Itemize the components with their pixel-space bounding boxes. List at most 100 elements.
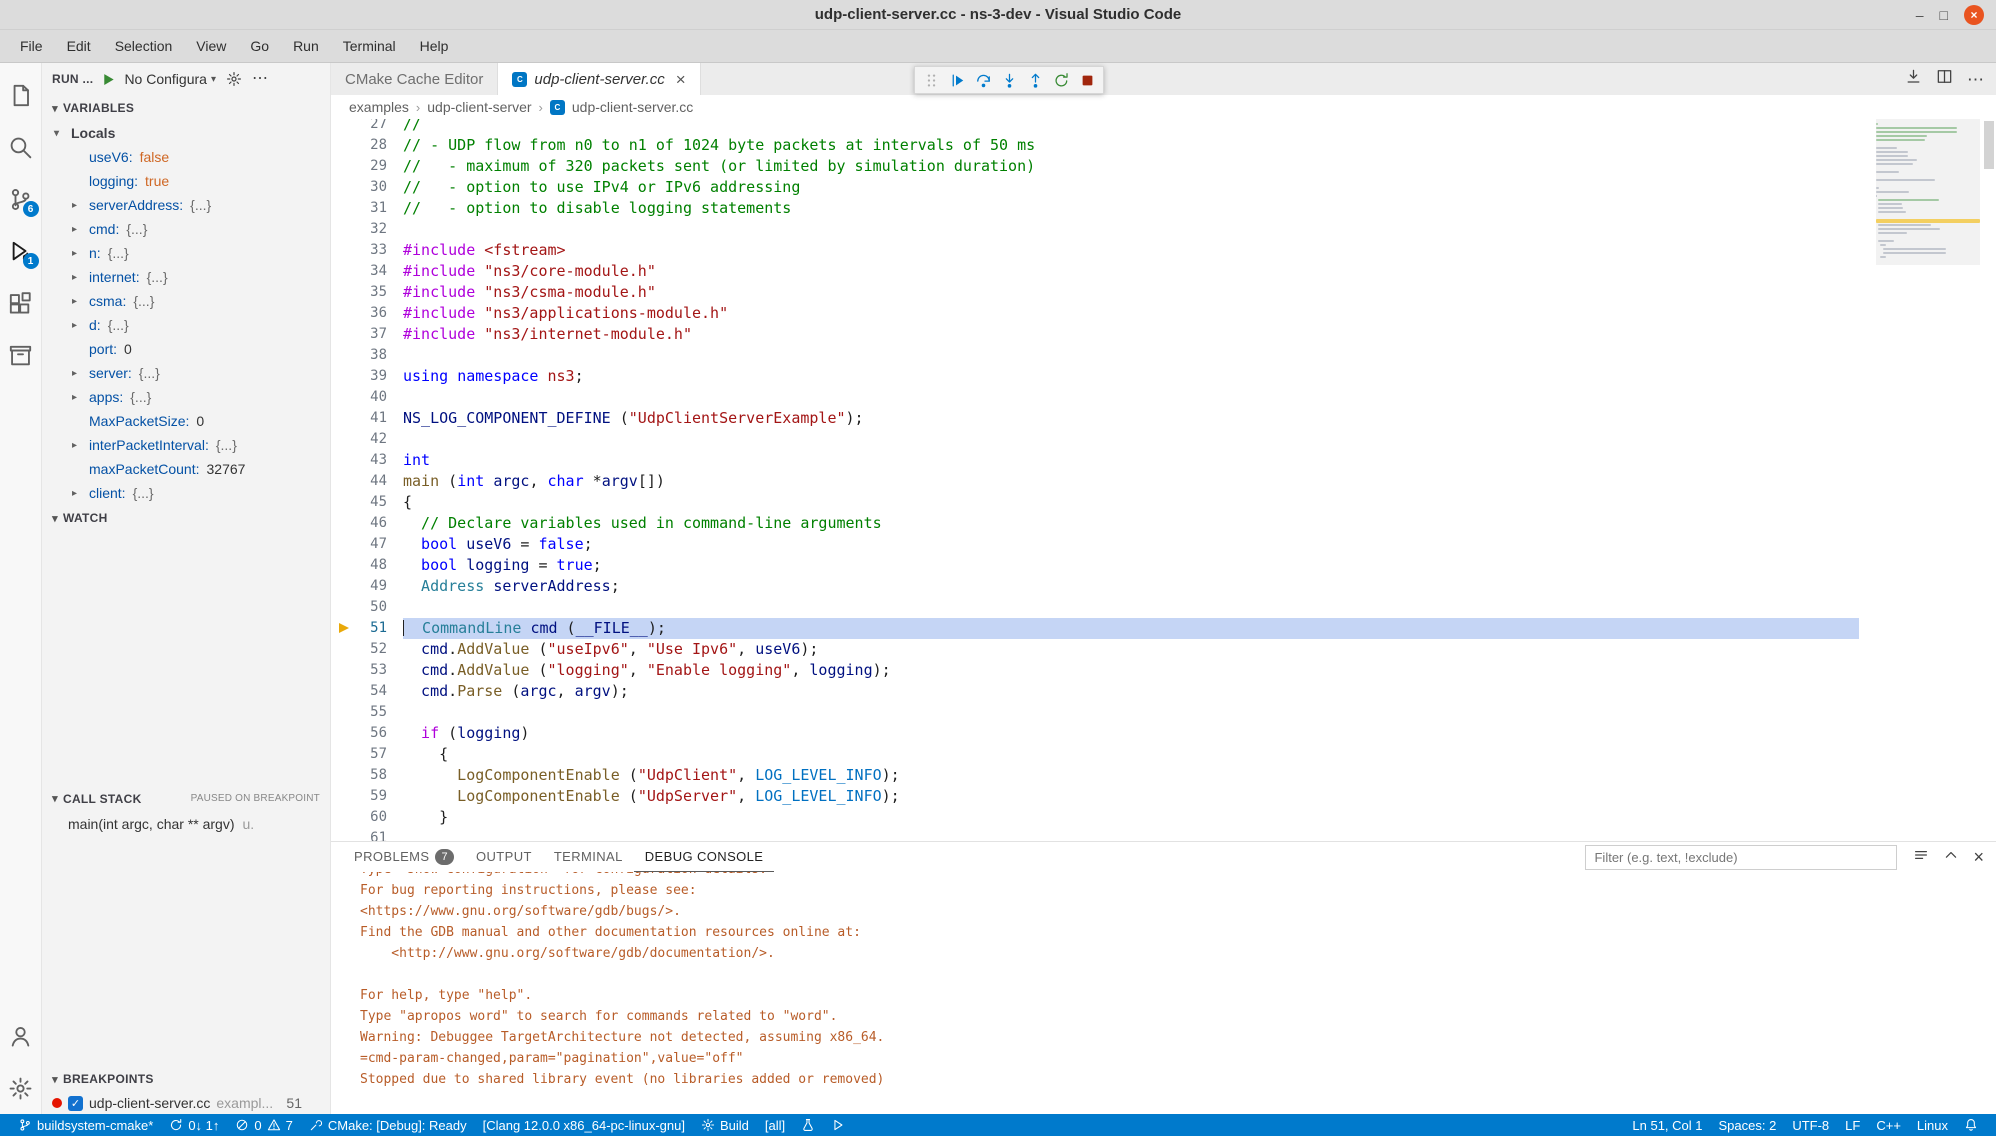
close-tab-icon[interactable]: × [676, 71, 686, 88]
maximize-panel-icon[interactable] [1943, 847, 1959, 868]
code-line[interactable]: 41NS_LOG_COMPONENT_DEFINE ("UdpClientSer… [331, 408, 1859, 429]
problems-status[interactable]: 0 7 [227, 1114, 300, 1136]
breakpoint-item[interactable]: ✓ udp-client-server.cc exampl... 51 [42, 1092, 330, 1114]
code-line[interactable]: 46 // Declare variables used in command-… [331, 513, 1859, 534]
code-line[interactable]: 56 if (logging) [331, 723, 1859, 744]
account-icon[interactable] [0, 1010, 42, 1062]
indentation-setting[interactable]: Spaces: 2 [1711, 1114, 1785, 1136]
stop-icon[interactable] [1075, 68, 1099, 92]
line-gutter[interactable]: 51 [331, 618, 403, 639]
line-gutter[interactable]: 40 [331, 387, 403, 408]
variable-row[interactable]: ▸d:{...} [42, 313, 330, 337]
line-gutter[interactable]: 45 [331, 492, 403, 513]
line-gutter[interactable]: 53 [331, 660, 403, 681]
close-button[interactable]: × [1964, 5, 1984, 25]
code-line[interactable]: 61 [331, 828, 1859, 841]
code-line[interactable]: 40 [331, 387, 1859, 408]
code-line[interactable]: 53 cmd.AddValue ("logging", "Enable logg… [331, 660, 1859, 681]
cmake-build-button[interactable]: Build [693, 1114, 757, 1136]
line-gutter[interactable]: 37 [331, 324, 403, 345]
start-debug-button[interactable] [101, 72, 116, 87]
menu-selection[interactable]: Selection [103, 30, 185, 62]
variable-row[interactable]: ▸serverAddress:{...} [42, 193, 330, 217]
extensions-icon[interactable] [0, 277, 42, 329]
download-icon[interactable] [1905, 68, 1922, 90]
code-line[interactable]: 42 [331, 429, 1859, 450]
eol-setting[interactable]: LF [1837, 1114, 1868, 1136]
cursor-position[interactable]: Ln 51, Col 1 [1624, 1114, 1710, 1136]
console-filter-input[interactable] [1585, 845, 1897, 870]
variable-row[interactable]: ▸interPacketInterval:{...} [42, 433, 330, 457]
maximize-button[interactable]: □ [1940, 8, 1948, 22]
scope-locals[interactable]: ▾Locals [42, 121, 330, 145]
line-gutter[interactable]: 34 [331, 261, 403, 282]
code-line[interactable]: 30// - option to use IPv4 or IPv6 addres… [331, 177, 1859, 198]
variable-row[interactable]: ▸server:{...} [42, 361, 330, 385]
code-line[interactable]: 39using namespace ns3; [331, 366, 1859, 387]
code-line[interactable]: 37#include "ns3/internet-module.h" [331, 324, 1859, 345]
code-line[interactable]: 47 bool useV6 = false; [331, 534, 1859, 555]
variable-row[interactable]: ▸internet:{...} [42, 265, 330, 289]
code-line[interactable]: 29// - maximum of 320 packets sent (or l… [331, 156, 1859, 177]
language-mode[interactable]: C++ [1868, 1114, 1909, 1136]
line-gutter[interactable]: 38 [331, 345, 403, 366]
line-gutter[interactable]: 44 [331, 471, 403, 492]
code-line[interactable]: 38 [331, 345, 1859, 366]
code-line[interactable]: 59 LogComponentEnable ("UdpServer", LOG_… [331, 786, 1859, 807]
line-gutter[interactable]: 36 [331, 303, 403, 324]
line-gutter[interactable]: 61 [331, 828, 403, 841]
line-gutter[interactable]: 33 [331, 240, 403, 261]
menu-help[interactable]: Help [408, 30, 461, 62]
tab-debug-console[interactable]: DEBUG CONSOLE [634, 842, 775, 872]
variable-row[interactable]: ▸csma:{...} [42, 289, 330, 313]
line-gutter[interactable]: 59 [331, 786, 403, 807]
debug-config-dropdown[interactable]: No Configura ▾ [124, 71, 216, 87]
line-gutter[interactable]: 27 [331, 119, 403, 135]
cmake-kit[interactable]: [Clang 12.0.0 x86_64-pc-linux-gnu] [475, 1114, 693, 1136]
code-line[interactable]: 54 cmd.Parse (argc, argv); [331, 681, 1859, 702]
line-gutter[interactable]: 49 [331, 576, 403, 597]
debug-settings-gear-icon[interactable] [226, 71, 242, 87]
more-actions-icon[interactable]: ⋯ [1967, 71, 1984, 88]
line-gutter[interactable]: 55 [331, 702, 403, 723]
code-line[interactable]: 28// - UDP flow from n0 to n1 of 1024 by… [331, 135, 1859, 156]
line-gutter[interactable]: 47 [331, 534, 403, 555]
settings-gear-icon[interactable] [0, 1062, 42, 1114]
code-line[interactable]: 60 } [331, 807, 1859, 828]
console-input-row[interactable]: > [360, 1090, 1996, 1111]
encoding-setting[interactable]: UTF-8 [1784, 1114, 1837, 1136]
breadcrumb[interactable]: examples › udp-client-server › C udp-cli… [331, 95, 1996, 119]
variables-section-header[interactable]: ▾ VARIABLES [42, 95, 330, 121]
step-into-icon[interactable] [997, 68, 1021, 92]
source-control-icon[interactable]: 6 [0, 173, 42, 225]
stack-frame[interactable]: main(int argc, char ** argv) u. [42, 812, 330, 836]
tab-cmake-cache-editor[interactable]: CMake Cache Editor [331, 63, 498, 95]
code-line[interactable]: 51 CommandLine cmd (__FILE__); [331, 618, 1859, 639]
line-gutter[interactable]: 31 [331, 198, 403, 219]
code-editor[interactable]: 27//28// - UDP flow from n0 to n1 of 102… [331, 119, 1996, 841]
tab-udp-client-server[interactable]: C udp-client-server.cc × [498, 63, 700, 95]
code-line[interactable]: 32 [331, 219, 1859, 240]
step-out-icon[interactable] [1023, 68, 1047, 92]
line-gutter[interactable]: 48 [331, 555, 403, 576]
code-line[interactable]: 36#include "ns3/applications-module.h" [331, 303, 1859, 324]
code-line[interactable]: 49 Address serverAddress; [331, 576, 1859, 597]
notifications-button[interactable] [1956, 1114, 1986, 1136]
code-line[interactable]: 58 LogComponentEnable ("UdpClient", LOG_… [331, 765, 1859, 786]
continue-icon[interactable] [945, 68, 969, 92]
line-gutter[interactable]: 41 [331, 408, 403, 429]
line-gutter[interactable]: 50 [331, 597, 403, 618]
watch-section-header[interactable]: ▾ WATCH [42, 505, 330, 531]
close-panel-icon[interactable]: × [1973, 848, 1984, 866]
variable-row[interactable]: useV6:false [42, 145, 330, 169]
line-gutter[interactable]: 54 [331, 681, 403, 702]
code-line[interactable]: 44main (int argc, char *argv[]) [331, 471, 1859, 492]
menu-go[interactable]: Go [238, 30, 281, 62]
tab-problems[interactable]: PROBLEMS 7 [343, 842, 465, 872]
code-line[interactable]: 34#include "ns3/core-module.h" [331, 261, 1859, 282]
split-editor-icon[interactable] [1936, 68, 1953, 90]
call-stack-section-header[interactable]: ▾ CALL STACK PAUSED ON BREAKPOINT [42, 786, 330, 812]
line-gutter[interactable]: 58 [331, 765, 403, 786]
code-line[interactable]: 52 cmd.AddValue ("useIpv6", "Use Ipv6", … [331, 639, 1859, 660]
variable-row[interactable]: ▸client:{...} [42, 481, 330, 505]
